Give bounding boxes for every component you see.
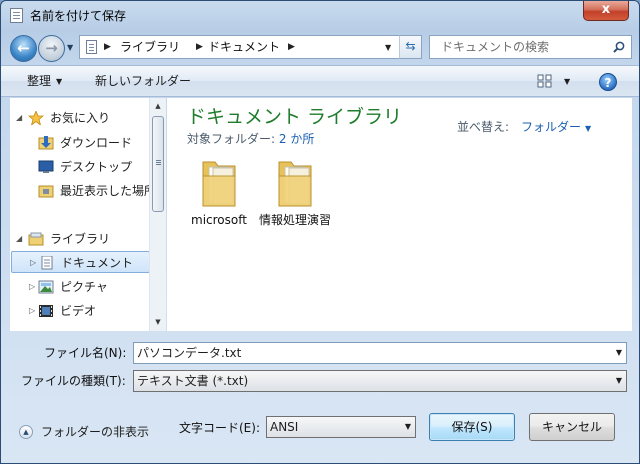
folder-item-info-processing[interactable]: 情報処理演習 (259, 158, 331, 228)
nav-label-videos: ビデオ (60, 304, 97, 318)
refresh-button[interactable]: ⇆ (399, 35, 422, 59)
address-history-dropdown[interactable]: ▼ (385, 43, 391, 52)
new-folder-button[interactable]: 新しいフォルダー (95, 74, 191, 88)
cancel-button[interactable]: キャンセル (529, 413, 615, 441)
filename-label: ファイル名(N): (44, 346, 127, 360)
filename-field[interactable]: パソコンデータ.txt ▼ (133, 342, 627, 364)
recent-pages-dropdown[interactable]: ▼ (67, 44, 75, 52)
nav-label-favorites: お気に入り (50, 111, 111, 125)
help-button[interactable]: ? (599, 73, 617, 91)
collapsed-icon[interactable]: ▷ (29, 276, 35, 298)
downloads-folder-icon (38, 136, 54, 150)
search-input[interactable]: ドキュメントの検索 (429, 35, 632, 59)
encoding-select[interactable]: ANSI ▼ (266, 416, 416, 438)
breadcrumb-libraries[interactable]: ライブラリ (120, 40, 180, 54)
nav-item-downloads[interactable]: ダウンロード (10, 132, 150, 154)
nav-label-desktop: デスクトップ (60, 160, 133, 174)
scroll-thumb[interactable] (152, 116, 164, 212)
search-icon[interactable] (613, 41, 625, 53)
chevron-up-icon: ▲ (19, 425, 33, 439)
encoding-value: ANSI (270, 420, 299, 434)
view-dropdown-icon[interactable]: ▼ (564, 77, 570, 86)
libraries-icon (28, 232, 44, 246)
chevron-down-icon: ▼ (585, 124, 592, 133)
recent-places-icon (38, 185, 54, 198)
sort-dropdown[interactable]: フォルダー ▼ (521, 118, 591, 135)
close-button[interactable]: x (583, 1, 629, 21)
search-placeholder: ドキュメントの検索 (441, 40, 550, 54)
nav-item-favorites[interactable]: ◢ お気に入り (10, 107, 150, 129)
file-list-pane: ドキュメント ライブラリ 対象フォルダー: 2 か所 並べ替え: フォルダー ▼ … (167, 98, 632, 331)
forward-button[interactable]: → (38, 35, 65, 62)
desktop-icon (38, 160, 54, 173)
navigation-pane: ◢ お気に入り ダウンロード デスクトップ 最近表示した場所 ◢ ライブラリ ▷… (10, 98, 165, 331)
collapsed-icon[interactable]: ▷ (29, 300, 35, 322)
command-toolbar: 整理 ▼ 新しいフォルダー ▼ ? (1, 65, 639, 97)
save-as-dialog: 名前を付けて保存 x ← → ▼ ▶ ライブラリ ▶ ドキュメント ▶ ▼ ⇆ … (0, 0, 640, 464)
hide-folders-label: フォルダーの非表示 (41, 425, 150, 439)
nav-item-videos[interactable]: ▷ ビデオ (10, 300, 150, 322)
chevron-down-icon: ▼ (56, 77, 63, 86)
chevron-down-icon: ▼ (404, 422, 411, 431)
library-page-icon (86, 40, 97, 54)
target-folder-link[interactable]: 2 か所 (279, 132, 314, 146)
expanded-icon[interactable]: ◢ (16, 107, 22, 129)
window-title: 名前を付けて保存 (30, 9, 127, 23)
nav-item-recent-places[interactable]: 最近表示した場所 (10, 180, 156, 202)
breadcrumb-separator-icon[interactable]: ▶ (288, 40, 295, 54)
expanded-icon[interactable]: ◢ (16, 228, 22, 250)
pictures-icon (38, 280, 54, 294)
breadcrumb-documents[interactable]: ドキュメント (208, 40, 280, 54)
view-options-icon[interactable] (537, 74, 553, 89)
back-button[interactable]: ← (10, 35, 37, 62)
nav-item-libraries[interactable]: ◢ ライブラリ (10, 228, 150, 250)
nav-label-pictures: ピクチャ (60, 280, 108, 294)
nav-item-pictures[interactable]: ▷ ピクチャ (10, 276, 150, 298)
nav-label-downloads: ダウンロード (60, 136, 133, 150)
breadcrumb-separator-icon[interactable]: ▶ (104, 40, 111, 54)
nav-label-recent-places: 最近表示した場所 (60, 184, 157, 198)
notepad-icon (10, 8, 23, 23)
library-target-info: 対象フォルダー: 2 か所 (187, 130, 314, 147)
target-folder-label: 対象フォルダー: (187, 132, 276, 146)
folder-item-microsoft[interactable]: microsoft (183, 158, 255, 228)
sort-label: 並べ替え: (457, 120, 510, 134)
encoding-label: 文字コード(E): (179, 421, 260, 435)
folder-icon (202, 161, 236, 207)
nav-pane-scrollbar[interactable]: ▲ ▼ (149, 98, 166, 331)
filename-value: パソコンデータ.txt (137, 346, 242, 360)
folder-label: microsoft (191, 213, 247, 227)
breadcrumb-separator-icon[interactable]: ▶ (196, 40, 203, 54)
videos-icon (39, 305, 53, 317)
save-options-area: ファイル名(N): パソコンデータ.txt ▼ ファイルの種類(T): テキスト… (1, 331, 639, 463)
library-title: ドキュメント ライブラリ (187, 106, 403, 128)
chevron-down-icon[interactable]: ▼ (616, 343, 622, 363)
save-button[interactable]: 保存(S) (429, 413, 515, 441)
nav-item-desktop[interactable]: デスクトップ (10, 156, 150, 178)
folder-icon (278, 161, 312, 207)
star-icon (28, 111, 44, 125)
scroll-up-arrow-icon[interactable]: ▲ (150, 98, 166, 114)
scroll-down-arrow-icon[interactable]: ▼ (150, 314, 166, 330)
nav-label-documents: ドキュメント (61, 256, 134, 270)
sort-value: フォルダー (521, 120, 582, 134)
chevron-down-icon: ▼ (615, 376, 622, 385)
filetype-value: テキスト文書 (*.txt) (137, 374, 249, 388)
nav-item-documents[interactable]: ▷ ドキュメント (11, 251, 150, 273)
filetype-select[interactable]: テキスト文書 (*.txt) ▼ (133, 370, 627, 392)
organize-button[interactable]: 整理 ▼ (27, 74, 62, 89)
address-bar[interactable]: ▶ ライブラリ ▶ ドキュメント ▶ ▼ (79, 35, 422, 59)
documents-icon (41, 256, 53, 270)
folder-label: 情報処理演習 (259, 213, 332, 227)
filetype-label: ファイルの種類(T): (21, 374, 126, 388)
collapsed-icon[interactable]: ▷ (30, 252, 36, 274)
nav-label-libraries: ライブラリ (50, 232, 111, 246)
organize-label: 整理 (27, 74, 52, 88)
title-bar: 名前を付けて保存 x (1, 1, 639, 31)
